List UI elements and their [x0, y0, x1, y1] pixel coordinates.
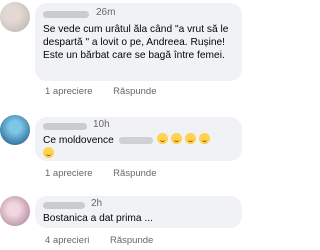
- author-name-redacted[interactable]: [43, 123, 87, 130]
- comment-text: Se vede cum urâtul ăla când "a vrut să l…: [43, 24, 229, 61]
- laughing-emoji-icon: [185, 133, 197, 144]
- laughing-emoji-icon: [199, 133, 211, 144]
- comment-text: Ce moldovence: [43, 133, 238, 161]
- comment-text: Bostanica a dat prima ...: [43, 213, 153, 224]
- comment-actions: 1 apreciere Răspunde: [45, 86, 174, 97]
- comment-text-start: Ce moldovence: [43, 135, 114, 146]
- like-count[interactable]: 4 aprecieri: [45, 235, 89, 246]
- reply-button[interactable]: Răspunde: [113, 168, 156, 179]
- comment-actions: 1 apreciere Răspunde: [45, 168, 174, 179]
- reply-button[interactable]: Răspunde: [113, 86, 156, 97]
- redacted-text: [118, 136, 153, 144]
- laughing-emoji-icon: [157, 133, 169, 144]
- comment-bubble: 2h Bostanica a dat prima ...: [35, 196, 242, 228]
- comment-actions: 4 aprecieri Răspunde: [45, 235, 171, 246]
- avatar[interactable]: [0, 196, 30, 226]
- comment-bubble: 26m Se vede cum urâtul ăla când "a vrut …: [35, 3, 242, 81]
- comment-time: 2h: [91, 198, 103, 209]
- reply-button[interactable]: Răspunde: [110, 235, 153, 246]
- avatar[interactable]: [0, 115, 30, 145]
- like-count[interactable]: 1 apreciere: [45, 86, 93, 97]
- comment-time: 26m: [96, 7, 116, 18]
- author-name-redacted[interactable]: [43, 11, 89, 18]
- author-name-redacted[interactable]: [43, 202, 85, 209]
- avatar[interactable]: [0, 2, 30, 32]
- comment-bubble: 10h Ce moldovence: [35, 117, 242, 161]
- laughing-emoji-icon: [43, 147, 54, 158]
- laughing-emoji-icon: [171, 133, 183, 144]
- like-count[interactable]: 1 apreciere: [45, 168, 93, 179]
- comment-time: 10h: [93, 119, 110, 130]
